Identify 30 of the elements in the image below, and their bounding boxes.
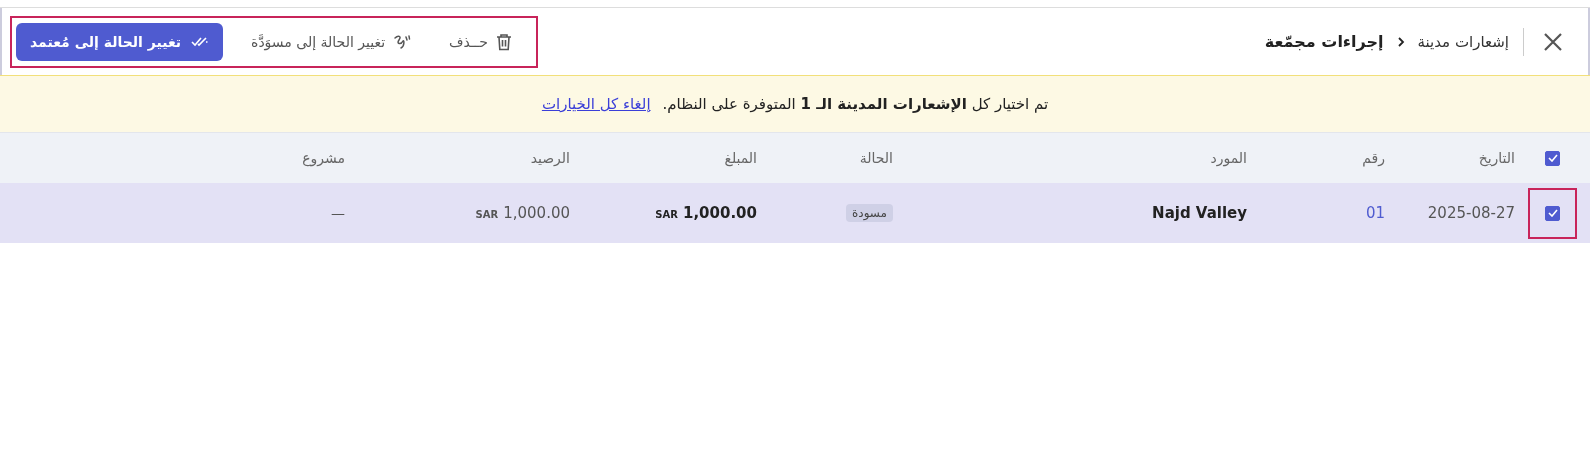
column-header[interactable]: المبلغ bbox=[724, 150, 757, 166]
currency-label: SAR bbox=[475, 209, 499, 220]
clear-selection-link[interactable]: إلغاء كل الخيارات bbox=[541, 95, 651, 113]
column-header[interactable]: مشروع bbox=[302, 150, 345, 166]
delete-button[interactable]: حــذف bbox=[439, 26, 522, 57]
supplier-cell: Najd Valley bbox=[1152, 204, 1247, 222]
status-badge: مسودة bbox=[846, 204, 893, 222]
date-cell: 2025-08-27 bbox=[1427, 204, 1515, 222]
column-header[interactable]: التاريخ bbox=[1478, 150, 1515, 166]
column-header[interactable]: المورد bbox=[1210, 150, 1247, 166]
double-check-icon bbox=[191, 35, 210, 48]
project-cell: — bbox=[331, 205, 345, 221]
row-checkbox[interactable] bbox=[1545, 205, 1560, 221]
column-header[interactable]: الرصيد bbox=[530, 150, 570, 166]
select-all-checkbox[interactable] bbox=[1545, 150, 1560, 166]
close-icon bbox=[1542, 30, 1564, 53]
number-link[interactable]: 01 bbox=[1365, 204, 1385, 222]
chevron-icon bbox=[1395, 35, 1406, 48]
trash-icon bbox=[495, 32, 512, 51]
currency-label: SAR bbox=[655, 209, 678, 220]
selection-message: تم اختيار كل الإشعارات المدينة الـ 1 المتوفرة على النظام. bbox=[662, 95, 1049, 113]
draft-status-button[interactable]: تغيير الحالة إلى مسوَدَّة bbox=[241, 27, 422, 56]
scribble-icon bbox=[393, 33, 412, 50]
approve-status-button[interactable]: تغيير الحالة إلى مُعتمد bbox=[16, 22, 224, 61]
breadcrumb-link[interactable]: إشعارات مدينة bbox=[1417, 32, 1509, 51]
column-header[interactable]: الحالة bbox=[859, 150, 893, 166]
balance-cell: 1,000.00 bbox=[503, 204, 570, 222]
page-title: إجراءات مجمّعة bbox=[1264, 32, 1384, 51]
amount-cell: 1,000.00 bbox=[682, 204, 757, 222]
column-header[interactable]: رقم bbox=[1362, 150, 1385, 166]
